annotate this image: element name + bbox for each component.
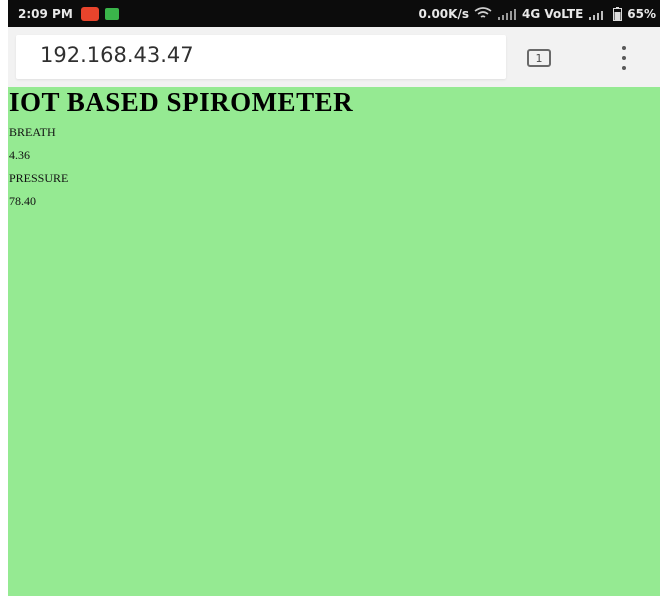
overflow-menu-icon[interactable] — [614, 46, 634, 70]
wifi-icon — [474, 7, 492, 20]
page-title: IOT BASED SPIROMETER — [9, 87, 354, 117]
address-bar[interactable]: 192.168.43.47 — [16, 35, 506, 79]
breath-label: BREATH — [9, 125, 56, 139]
network-speed: 0.00K/s — [418, 6, 469, 21]
notification-u-icon — [80, 6, 99, 21]
signal-icon — [497, 8, 517, 20]
url-text[interactable]: 192.168.43.47 — [40, 43, 194, 67]
browser-toolbar: 192.168.43.47 1 — [8, 27, 660, 87]
status-time: 2:09 PM — [18, 6, 73, 21]
tab-switcher-button[interactable]: 1 — [527, 49, 551, 67]
web-page: IOT BASED SPIROMETER BREATH 4.36 PRESSUR… — [8, 87, 660, 596]
status-indicators: 0.00K/s 4G VoLTE 65% — [418, 6, 656, 21]
network-type: 4G VoLTE — [521, 6, 584, 21]
battery-icon — [613, 6, 623, 21]
tab-count: 1 — [535, 51, 543, 65]
notification-green-icon — [104, 7, 119, 20]
signal-icon — [588, 8, 608, 20]
battery-level: 65% — [627, 6, 656, 21]
pressure-value: 78.40 — [9, 194, 36, 208]
pressure-label: PRESSURE — [9, 171, 69, 185]
phone-screen: 2:09 PM 0.00K/s 4G VoLTE 65% 192.168.43.… — [0, 0, 660, 596]
breath-value: 4.36 — [9, 148, 30, 162]
status-bar: 2:09 PM 0.00K/s 4G VoLTE 65% — [8, 0, 660, 27]
